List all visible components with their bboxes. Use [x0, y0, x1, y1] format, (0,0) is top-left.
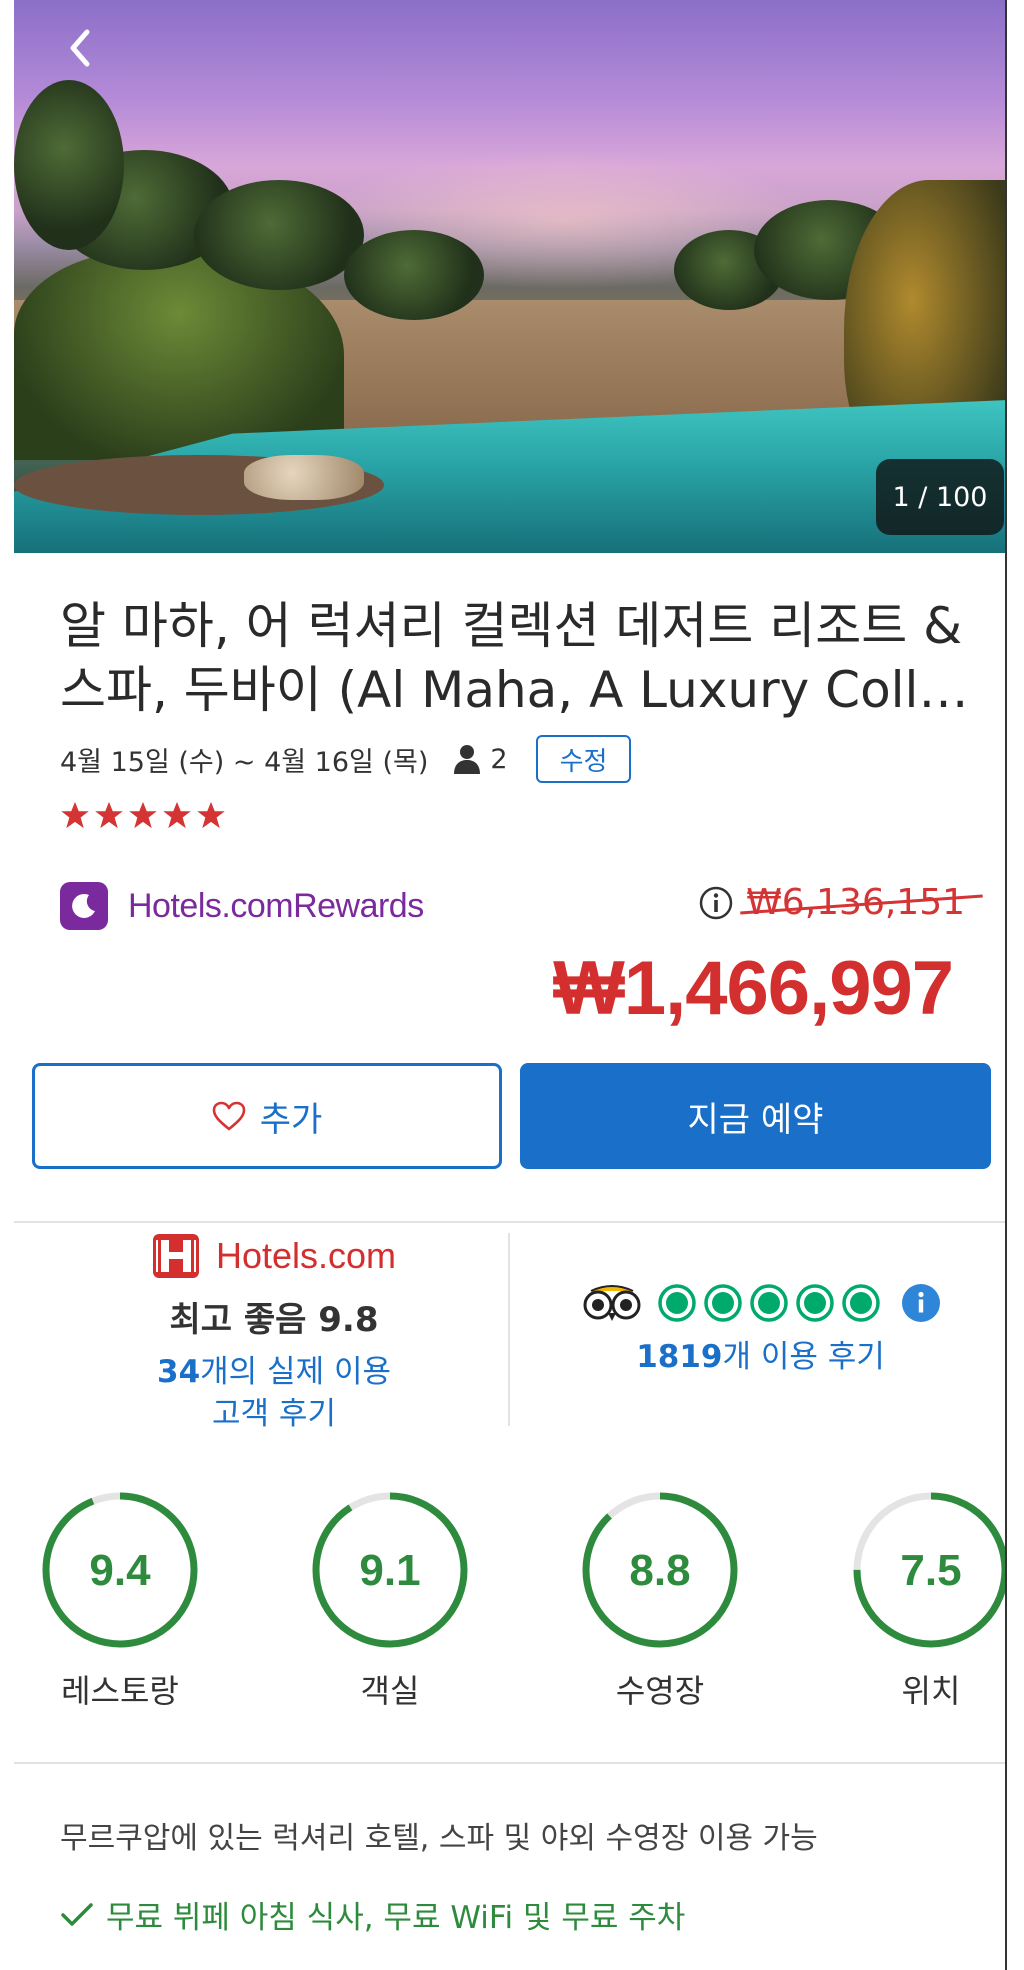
rewards-brand-part-1: Hotels.com — [128, 886, 294, 925]
back-button[interactable] — [54, 22, 106, 74]
tripadvisor-owl-icon — [583, 1285, 640, 1321]
add-to-favorites-button[interactable]: 추가 — [32, 1063, 502, 1169]
rating-bubble-icon — [703, 1284, 742, 1322]
rating-label: 레스토랑 — [61, 1672, 179, 1710]
hotel-title: 알 마하, 어 럭셔리 컬렉션 데저트 리조트 & 스파, 두바이 (Al Ma… — [60, 594, 970, 722]
star-icon — [129, 801, 157, 829]
tripadvisor-review-count: 1819 — [636, 1339, 723, 1375]
book-now-button[interactable]: 지금 예약 — [520, 1063, 991, 1169]
original-price: ₩6,136,151 — [746, 882, 965, 923]
review-count-line-2: 고객 후기 — [212, 1396, 336, 1432]
star-icon — [163, 801, 191, 829]
rating-bubble-icon — [841, 1284, 880, 1322]
rating-value: 7.5 — [900, 1546, 962, 1595]
hotel-detail-page: 1 / 100 알 마하, 어 럭셔리 컬렉션 데저트 리조트 & 스파, 두바… — [14, 0, 1007, 1970]
rating-gauge-location: 7.5 위치 — [836, 1490, 1005, 1712]
rating-label: 위치 — [901, 1672, 961, 1710]
guest-score: 최고 좋음 9.8 — [169, 1300, 379, 1340]
hotels-com-review-summary: Hotels.com 최고 좋음 9.8 34개의 실제 이용 고객 후기 — [74, 1232, 474, 1435]
hotel-description: 무르쿠압에 있는 럭셔리 호텔, 스파 및 야외 수영장 이용 가능 — [60, 1821, 818, 1856]
tripadvisor-reviews-link[interactable]: 1819개 이용 후기 — [514, 1331, 1005, 1376]
chevron-left-icon — [70, 29, 90, 67]
star-icon — [95, 801, 123, 829]
info-icon[interactable] — [901, 1283, 941, 1323]
review-count-suffix: 개의 실제 이용 — [200, 1354, 391, 1390]
add-button-label: 추가 — [259, 1099, 323, 1140]
stay-dates: 4월 15일 (수) ~ 4월 16일 (목) — [60, 746, 429, 778]
photo-counter: 1 / 100 — [876, 459, 1004, 535]
hotel-title-line-2: 스파, 두바이 (Al Maha, A Luxury Coll… — [60, 661, 969, 719]
hotels-com-logo: Hotels.com — [74, 1232, 474, 1280]
section-divider — [14, 1762, 1005, 1764]
hotels-com-brand: Hotels.com — [215, 1235, 397, 1276]
stay-details: 4월 15일 (수) ~ 4월 16일 (목) 2 수정 — [60, 735, 632, 783]
section-divider — [14, 1221, 1005, 1223]
star-rating — [60, 800, 226, 830]
checkmark-icon — [61, 1902, 93, 1926]
original-price-row: ₩6,136,151 — [698, 882, 965, 923]
heart-icon — [212, 1101, 246, 1131]
amenities-highlight: 무료 뷔페 아침 식사, 무료 WiFi 및 무료 주차 — [60, 1892, 685, 1937]
category-ratings: 9.4 레스토랑 9.1 객실 8.8 수영장 7.5 위치 — [14, 1490, 1005, 1720]
rewards-brand: Hotels.comRewards — [128, 887, 424, 926]
review-count: 34 — [157, 1354, 201, 1390]
current-price: ₩1,466,997 — [553, 946, 954, 1031]
edit-stay-button[interactable]: 수정 — [535, 735, 632, 783]
rating-value: 9.4 — [89, 1546, 151, 1595]
rating-gauge-room: 9.1 객실 — [295, 1490, 485, 1712]
amenities-text: 무료 뷔페 아침 식사, 무료 WiFi 및 무료 주차 — [106, 1900, 686, 1936]
rating-value: 8.8 — [629, 1546, 691, 1595]
star-icon — [61, 801, 89, 829]
rewards-brand-part-2: Rewards — [293, 886, 424, 925]
star-icon — [197, 801, 225, 829]
hotels-com-h-icon — [152, 1234, 199, 1278]
hotel-title-line-1: 알 마하, 어 럭셔리 컬렉션 데저트 리조트 & — [60, 597, 963, 655]
rating-bubble-icon — [749, 1284, 788, 1322]
tripadvisor-rating — [514, 1283, 1005, 1323]
rating-gauge-restaurant: 9.4 레스토랑 — [25, 1490, 215, 1712]
guest-count-value: 2 — [490, 743, 508, 775]
info-icon[interactable] — [698, 885, 734, 921]
rating-value: 9.1 — [359, 1546, 421, 1595]
tripadvisor-review-suffix: 개 이용 후기 — [722, 1339, 885, 1375]
reviews-link[interactable]: 34개의 실제 이용 고객 후기 — [74, 1351, 474, 1435]
rating-label: 수영장 — [615, 1672, 705, 1710]
hero-photo[interactable]: 1 / 100 — [14, 0, 1005, 553]
tripadvisor-review-summary: 1819개 이용 후기 — [514, 1283, 1005, 1376]
person-icon — [454, 745, 481, 774]
moon-icon — [60, 882, 108, 930]
rating-bubble-icon — [657, 1284, 696, 1322]
rating-label: 객실 — [360, 1672, 420, 1710]
review-divider — [508, 1233, 510, 1426]
guest-count: 2 — [452, 743, 508, 775]
rewards-badge: Hotels.comRewards — [60, 882, 424, 930]
rating-bubble-icon — [795, 1284, 834, 1322]
rating-gauge-pool: 8.8 수영장 — [565, 1490, 755, 1712]
